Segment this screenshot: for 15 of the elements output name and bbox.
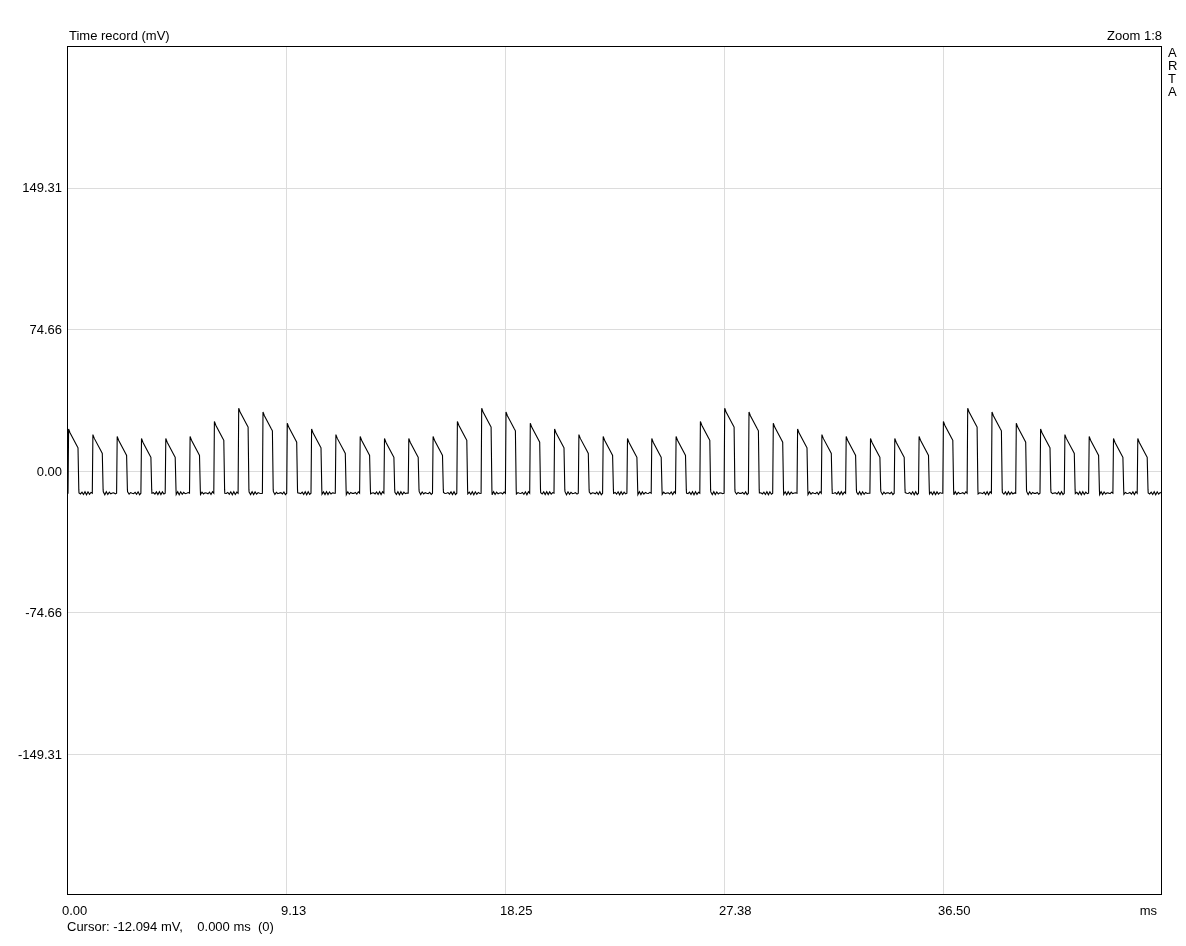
y-axis-label: 74.66 — [29, 321, 62, 337]
y-axis-label: 149.31 — [22, 180, 62, 195]
side-label: ARTA — [1168, 46, 1179, 98]
zoom-label: Zoom 1:8 — [1107, 28, 1162, 43]
x-axis-label: 27.38 — [719, 903, 752, 918]
cursor-readout: Cursor: -12.094 mV, 0.000 ms (0) — [67, 919, 275, 936]
x-axis-label: 9.13 — [281, 903, 307, 918]
y-axis-label: -74.66 — [25, 604, 62, 620]
chart-title: Time record (mV) — [69, 28, 170, 43]
y-axis-label: 0.00 — [36, 463, 62, 478]
y-axis-label: -149.31 — [17, 746, 62, 761]
x-axis-label: 36.50 — [938, 903, 971, 918]
x-axis-unit: ms — [1139, 903, 1157, 918]
x-axis-label: 18.25 — [500, 903, 533, 918]
x-axis-label: 0.00 — [62, 903, 88, 918]
